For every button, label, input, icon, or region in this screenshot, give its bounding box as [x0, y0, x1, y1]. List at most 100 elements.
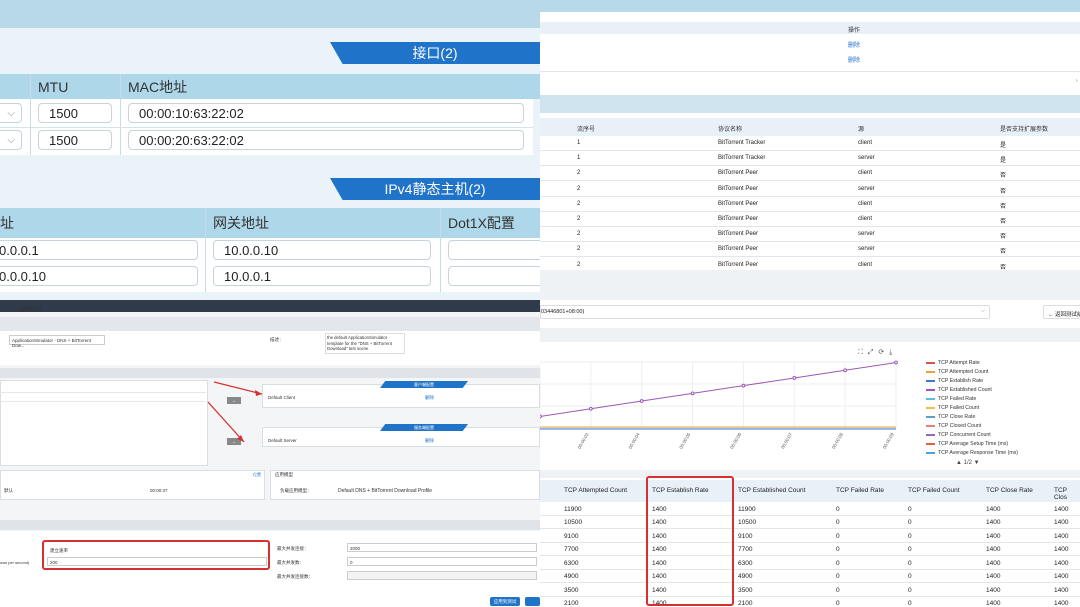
- name-input[interactable]: ApplicationSimulator - DNS + BitTorrent …: [9, 335, 105, 348]
- breadcrumb[interactable]: ... / ... / 编辑测试例: [4, 307, 42, 313]
- select-stub[interactable]: ⌵: [0, 103, 22, 123]
- data-point[interactable]: [843, 368, 848, 373]
- apply-button[interactable]: 应用到测试: [490, 597, 520, 606]
- legend-item[interactable]: TCP Average Response Time (ms): [926, 448, 1076, 457]
- max-trans-input[interactable]: [347, 571, 537, 580]
- legend-item[interactable]: TCP Concurrent Count: [926, 430, 1076, 439]
- location-mac: 00:00:37: [150, 488, 168, 493]
- download-icon[interactable]: ⤓: [889, 349, 892, 356]
- cell: 3500: [564, 586, 579, 594]
- legend-pager[interactable]: ▲ 1/2 ▼: [956, 460, 980, 466]
- legend-label: TCP Failed Rate: [938, 395, 977, 402]
- column-header[interactable]: TCP Established Count: [738, 487, 805, 494]
- cell: 2: [577, 200, 581, 207]
- cell: BitTorrent Peer: [718, 200, 759, 207]
- expand-icon[interactable]: ⤢: [868, 349, 874, 356]
- cell: BitTorrent Peer: [718, 246, 759, 253]
- cell: 1400: [986, 559, 1001, 567]
- table-row: 7700 1400 7700 0 0 1400 1400: [540, 543, 1080, 557]
- cell: 1400: [1054, 559, 1069, 567]
- column-header[interactable]: TCP Failed Count: [908, 487, 960, 494]
- cell: 2: [577, 185, 581, 192]
- cell: 10500: [738, 519, 757, 526]
- cell: BitTorrent Tracker: [718, 140, 766, 146]
- legend-item[interactable]: TCP Established Count: [926, 385, 1076, 394]
- client-name: Default Client: [268, 395, 296, 400]
- cell: 0: [836, 505, 840, 513]
- cell: 1400: [986, 573, 1001, 580]
- legend-item[interactable]: TCP Attempt Rate: [926, 358, 1076, 367]
- cell: BitTorrent Peer: [718, 185, 759, 192]
- server-delete[interactable]: 删除: [425, 438, 434, 444]
- column-header[interactable]: TCP Clos: [1054, 487, 1080, 501]
- back-button[interactable]: ← 返回测试结果: [1043, 305, 1080, 319]
- desc-text[interactable]: the default ApplicationSimulator templat…: [325, 333, 405, 354]
- table-row: 11900 1400 11900 0 0 1400 1400: [540, 502, 1080, 516]
- column-header[interactable]: TCP Failed Rate: [836, 487, 884, 494]
- cell: 1400: [986, 546, 1001, 553]
- model-value[interactable]: Default DNS + BitTorrent Download Profil…: [338, 488, 432, 494]
- delete-link[interactable]: 删除: [848, 40, 860, 49]
- legend-item[interactable]: TCP Average Setup Time (ms): [926, 439, 1076, 448]
- mtu-field[interactable]: 1500: [38, 130, 112, 150]
- mac-field[interactable]: 00:00:10:63:22:02: [128, 103, 524, 123]
- location-check[interactable]: 默认: [4, 488, 13, 494]
- legend-item[interactable]: TCP Failed Count: [926, 403, 1076, 412]
- table-row: 4900 1400 4900 0 0 1400 1400: [540, 570, 1080, 584]
- timezone-select[interactable]: 03446801+08:00) ⌵: [540, 305, 990, 319]
- col-mac: MAC地址: [128, 78, 188, 95]
- x-tick-label: 00:00:06: [729, 432, 742, 450]
- cell: 0: [908, 546, 912, 553]
- max-sess-input[interactable]: 0: [347, 557, 537, 566]
- cell: client: [858, 170, 873, 177]
- legend-item[interactable]: TCP Closed Count: [926, 421, 1076, 430]
- cell: 9100: [738, 532, 753, 540]
- ipv4-ribbon[interactable]: IPv4静态主机(2): [330, 178, 540, 200]
- cell: 0: [836, 559, 840, 567]
- data-point[interactable]: [588, 406, 593, 411]
- data-point[interactable]: [792, 376, 797, 380]
- legend-item[interactable]: TCP Failed Rate: [926, 394, 1076, 403]
- cancel-button[interactable]: [525, 597, 540, 606]
- mac-field[interactable]: 00:00:20:63:22:02: [128, 130, 524, 150]
- cell: 2100: [738, 600, 753, 607]
- zoom-icon[interactable]: ⛶: [858, 349, 863, 356]
- gateway-field[interactable]: 10.0.0.1: [213, 266, 431, 286]
- legend-marker: [926, 361, 935, 364]
- divider: [440, 208, 441, 292]
- delete-link[interactable]: 删除: [848, 55, 860, 64]
- cell: 0: [908, 532, 912, 540]
- gateway-field[interactable]: 10.0.0.10: [213, 240, 431, 260]
- mtu-field[interactable]: 1500: [38, 103, 112, 123]
- legend-item[interactable]: TCP Establish Rate: [926, 376, 1076, 385]
- data-point[interactable]: [540, 414, 542, 419]
- col-ext: 是否支持扩展参数: [1000, 127, 1049, 133]
- legend-item[interactable]: TCP Close Rate: [926, 412, 1076, 421]
- address-field[interactable]: 0.0.0.10: [0, 266, 198, 286]
- x-tick-label: 00:00:08: [831, 432, 844, 450]
- legend-item[interactable]: TCP Attempted Count: [926, 367, 1076, 376]
- interface-ribbon[interactable]: 接口(2): [330, 42, 540, 64]
- dot1x-field[interactable]: [448, 240, 540, 260]
- refresh-icon[interactable]: ⟳: [878, 349, 884, 356]
- address-field[interactable]: 0.0.0.1: [0, 240, 198, 260]
- cell: 是: [1000, 143, 1007, 149]
- table-row: 2 BitTorrent Peer server 否: [540, 182, 1080, 197]
- data-point[interactable]: [894, 360, 898, 365]
- legend-marker: [926, 451, 935, 454]
- select-stub[interactable]: ⌵: [0, 130, 22, 150]
- data-point[interactable]: [639, 399, 644, 403]
- client-delete[interactable]: 删除: [425, 395, 434, 401]
- cell: BitTorrent Peer: [718, 216, 759, 222]
- results-panel: 03446801+08:00) ⌵ ← 返回测试结果 ⛶ ⤢ ⟳ ⤓ 00:00…: [540, 300, 1080, 607]
- legend-label: TCP Close Rate: [938, 413, 976, 420]
- data-point[interactable]: [690, 391, 695, 396]
- cell: 0: [908, 573, 912, 580]
- dot1x-field[interactable]: [448, 266, 540, 286]
- connector-arrows: [207, 381, 263, 443]
- column-header[interactable]: TCP Close Rate: [986, 487, 1033, 494]
- max-open-input[interactable]: 2000: [347, 543, 537, 552]
- cell: 0: [836, 573, 840, 580]
- column-header[interactable]: TCP Attempted Count: [564, 487, 627, 494]
- data-point[interactable]: [741, 383, 746, 388]
